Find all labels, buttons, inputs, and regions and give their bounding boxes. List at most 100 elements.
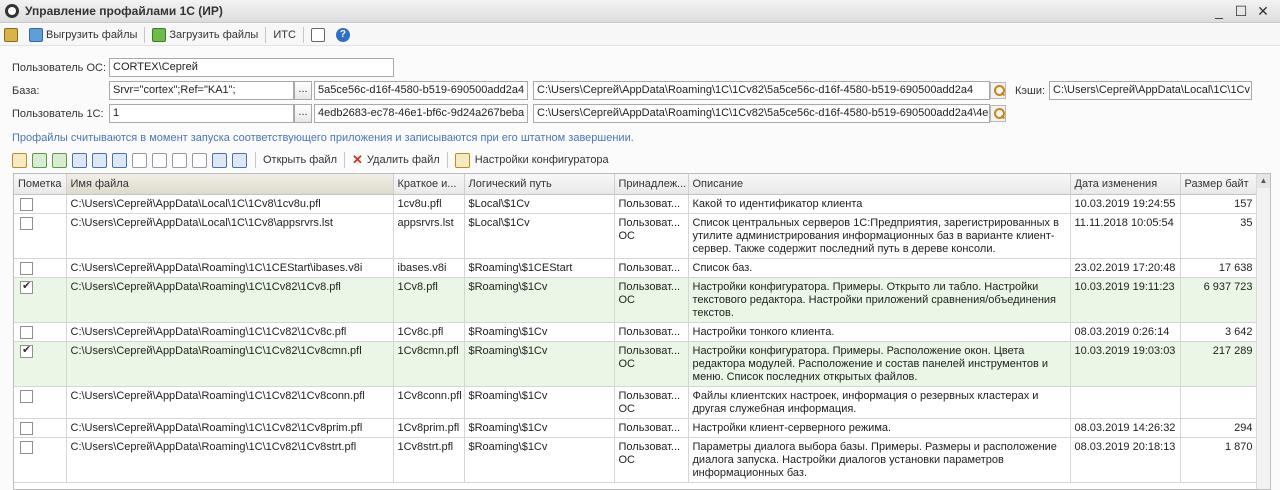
- cell-mark[interactable]: [14, 437, 67, 483]
- vertical-scrollbar[interactable]: ▲: [1256, 174, 1270, 489]
- cell-description: Настройки тонкого клиента.: [688, 322, 1071, 342]
- table-row[interactable]: C:\Users\Сергей\AppData\Local\1C\1Cv8\ap…: [14, 213, 1258, 259]
- cell-short: 1Cv8conn.pfl: [393, 386, 465, 419]
- cell-mark[interactable]: [14, 341, 67, 387]
- delete-file-button[interactable]: ✕ Удалить файл: [348, 152, 444, 168]
- user-guid-field[interactable]: 4edb2683-ec78-46e1-bf6c-9d24a267beba: [314, 104, 528, 123]
- table-row[interactable]: C:\Users\Сергей\AppData\Roaming\1C\1Cv82…: [14, 277, 1258, 323]
- table-row[interactable]: C:\Users\Сергей\AppData\Roaming\1C\1Cv82…: [14, 418, 1258, 438]
- cell-logical-path: $Roaming\$1Cv: [464, 386, 615, 419]
- col-header-owner[interactable]: Принадлеж...: [614, 174, 689, 195]
- user-path-field[interactable]: C:\Users\Сергей\AppData\Roaming\1C\1Cv82…: [533, 104, 990, 123]
- main-toolbar: Выгрузить файлы Загрузить файлы ИТС ?: [0, 24, 1280, 46]
- app-logo-icon: [5, 4, 19, 18]
- structure-button[interactable]: [307, 25, 332, 45]
- col-header-date[interactable]: Дата изменения: [1070, 174, 1181, 195]
- base-connection-field[interactable]: Srvr="cortex";Ref="KA1";: [109, 81, 294, 100]
- cell-description: Список баз.: [688, 258, 1071, 278]
- export-files-label: Выгрузить файлы: [46, 28, 138, 41]
- refresh-icon[interactable]: [32, 152, 47, 168]
- user1c-label: Пользователь 1С:: [12, 108, 104, 120]
- cell-mark[interactable]: [14, 213, 67, 259]
- toolbar-separator: [255, 152, 256, 168]
- user-path-search-icon[interactable]: [990, 105, 1006, 122]
- cell-mark[interactable]: [14, 258, 67, 278]
- mark-checkbox[interactable]: [20, 421, 33, 435]
- download-icon: [152, 27, 167, 42]
- table-row[interactable]: C:\Users\Сергей\AppData\Roaming\1C\1Cv82…: [14, 386, 1258, 419]
- base-path-search-icon[interactable]: [990, 82, 1006, 99]
- cell-mark[interactable]: [14, 322, 67, 342]
- mark-checkbox[interactable]: [20, 325, 33, 339]
- sort-ascending-icon[interactable]: [92, 152, 107, 168]
- minimize-icon[interactable]: _: [1208, 2, 1230, 20]
- cell-date: [1070, 386, 1181, 419]
- mark-checkbox[interactable]: [20, 280, 33, 294]
- col-header-size[interactable]: Размер байт: [1180, 174, 1258, 195]
- upload-icon: [29, 27, 43, 42]
- add-icon[interactable]: [52, 152, 67, 168]
- go-to-icon[interactable]: [232, 152, 247, 168]
- base-path-field[interactable]: C:\Users\Сергей\AppData\Roaming\1C\1Cv82…: [533, 81, 990, 100]
- cell-date: 10.03.2019 19:11:23: [1070, 277, 1181, 323]
- filter-value-icon[interactable]: [172, 152, 187, 168]
- cell-mark[interactable]: [14, 194, 67, 214]
- cell-filename: C:\Users\Сергей\AppData\Local\1C\1Cv8\ap…: [66, 213, 394, 259]
- columns-icon[interactable]: [212, 152, 227, 168]
- mark-checkbox[interactable]: [20, 440, 33, 454]
- cell-filename: C:\Users\Сергей\AppData\Roaming\1C\1Cv82…: [66, 418, 394, 438]
- cell-filename: C:\Users\Сергей\AppData\Roaming\1C\1Cv82…: [66, 437, 394, 483]
- col-header-logical-path[interactable]: Логический путь: [464, 174, 615, 195]
- cell-mark[interactable]: [14, 277, 67, 323]
- config-button[interactable]: [0, 25, 25, 45]
- cell-date: 10.03.2019 19:03:03: [1070, 341, 1181, 387]
- user1c-field[interactable]: 1: [109, 104, 294, 123]
- tree-structure-icon: [310, 27, 325, 42]
- os-user-field[interactable]: CORTEX\Сергей: [109, 58, 394, 77]
- table-row[interactable]: C:\Users\Сергей\AppData\Roaming\1C\1Cv82…: [14, 437, 1258, 483]
- cache-label: Кэши:: [1015, 85, 1046, 97]
- cell-logical-path: $Roaming\$1Cv: [464, 341, 615, 387]
- config-icon[interactable]: [12, 152, 27, 168]
- cell-short: 1Cv8cmn.pfl: [393, 341, 465, 387]
- table-row[interactable]: C:\Users\Сергей\AppData\Roaming\1C\1Cv82…: [14, 322, 1258, 342]
- col-header-description[interactable]: Описание: [688, 174, 1071, 195]
- cell-size: 6 937 723: [1180, 277, 1258, 323]
- help-button[interactable]: ?: [332, 25, 357, 45]
- maximize-icon[interactable]: ☐: [1230, 2, 1252, 20]
- open-file-button[interactable]: Открыть файл: [259, 154, 341, 166]
- cell-owner: Пользоват... ОС: [614, 213, 689, 259]
- mark-checkbox[interactable]: [20, 389, 33, 403]
- filter-clear-icon[interactable]: [152, 152, 167, 168]
- filter-icon[interactable]: [132, 152, 147, 168]
- mark-checkbox[interactable]: [20, 344, 33, 358]
- mark-checkbox[interactable]: [20, 216, 33, 230]
- col-header-filename[interactable]: Имя файла: [66, 174, 394, 195]
- import-files-label: Загрузить файлы: [169, 28, 259, 41]
- table-row[interactable]: C:\Users\Сергей\AppData\Roaming\1C\1CESt…: [14, 258, 1258, 278]
- import-files-button[interactable]: Загрузить файлы: [148, 25, 262, 45]
- cache-path-field[interactable]: C:\Users\Сергей\AppData\Local\1C\1Cv: [1049, 81, 1252, 100]
- filter-off-icon[interactable]: [192, 152, 207, 168]
- cell-size: 35: [1180, 213, 1258, 259]
- table-row[interactable]: C:\Users\Сергей\AppData\Local\1C\1Cv8\1c…: [14, 194, 1258, 214]
- cell-mark[interactable]: [14, 386, 67, 419]
- user1c-select-button[interactable]: ...: [294, 104, 312, 123]
- close-icon[interactable]: ✕: [1252, 2, 1274, 20]
- table-row[interactable]: C:\Users\Сергей\AppData\Roaming\1C\1Cv82…: [14, 341, 1258, 387]
- export-files-button[interactable]: Выгрузить файлы: [25, 25, 141, 45]
- base-select-button[interactable]: ...: [294, 81, 312, 100]
- toolbar-separator: [446, 152, 448, 168]
- col-header-short[interactable]: Краткое и...: [393, 174, 465, 195]
- base-guid-field[interactable]: 5a5ce56c-d16f-4580-b519-690500add2a4: [314, 81, 528, 100]
- title-bar: Управление профайлами 1С (ИР) _ ☐ ✕: [0, 0, 1280, 23]
- col-header-mark[interactable]: Пометка: [14, 174, 67, 195]
- cell-mark[interactable]: [14, 418, 67, 438]
- configurator-settings-button[interactable]: Настройки конфигуратора: [451, 152, 613, 168]
- copy-icon[interactable]: [72, 152, 87, 168]
- sort-descending-icon[interactable]: [112, 152, 127, 168]
- scroll-up-icon[interactable]: ▲: [1257, 174, 1270, 188]
- mark-checkbox[interactable]: [20, 261, 33, 275]
- mark-checkbox[interactable]: [20, 197, 33, 211]
- its-button[interactable]: ИТС: [269, 25, 300, 45]
